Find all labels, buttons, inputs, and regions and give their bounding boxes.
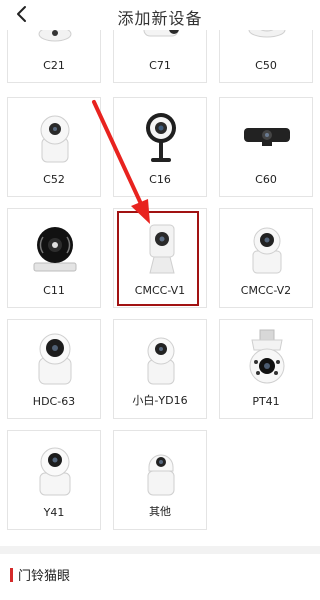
section-title: 门铃猫眼 <box>18 569 71 584</box>
page-title: 添加新设备 <box>117 9 203 28</box>
pan-tilt-camera-icon <box>40 115 70 163</box>
device-hdc-63[interactable]: HDC-63 <box>7 319 101 419</box>
device-xiaobai-yd16[interactable]: 小白-YD16 <box>113 319 207 419</box>
device-cmcc-v1[interactable]: CMCC-V1 <box>113 208 207 308</box>
device-label: PT41 <box>252 395 280 408</box>
device-grid: C21 C71 C50 C52 C16 C60 C11 CMCC-V1 CMCC… <box>0 0 320 600</box>
header-bar: 添加新设备 <box>0 0 320 30</box>
device-label: C16 <box>149 173 171 186</box>
webcam-bar-icon <box>244 128 290 146</box>
round-camera-icon <box>33 227 77 272</box>
device-y41[interactable]: Y41 <box>7 430 101 530</box>
device-label: C21 <box>43 59 65 72</box>
pan-tilt-camera-icon <box>38 333 72 385</box>
section-doorbell-peephole: 门铃猫眼 <box>0 556 320 600</box>
device-c11[interactable]: C11 <box>7 208 101 308</box>
cube-camera-icon <box>149 224 175 274</box>
device-cmcc-v2[interactable]: CMCC-V2 <box>219 208 313 308</box>
device-pt41[interactable]: PT41 <box>219 319 313 419</box>
section-accent-bar <box>10 568 13 582</box>
device-other[interactable]: 其他 <box>113 430 207 530</box>
screen: C21 C71 C50 C52 C16 C60 C11 CMCC-V1 CMCC… <box>0 0 320 600</box>
section-divider <box>0 546 320 554</box>
stand-camera-icon <box>146 113 176 162</box>
device-label: C50 <box>255 59 277 72</box>
outdoor-bulb-camera-icon <box>249 329 285 384</box>
device-label: C52 <box>43 173 65 186</box>
device-c60[interactable]: C60 <box>219 97 313 197</box>
device-label: HDC-63 <box>32 395 76 408</box>
device-label: C71 <box>149 59 171 72</box>
device-label: CMCC-V1 <box>134 284 186 297</box>
device-label: Y41 <box>43 506 65 519</box>
pan-tilt-camera-icon <box>147 337 175 385</box>
device-label: CMCC-V2 <box>240 284 292 297</box>
pan-tilt-camera-icon <box>252 227 282 274</box>
device-c52[interactable]: C52 <box>7 97 101 197</box>
device-label: 小白-YD16 <box>132 394 188 407</box>
pan-tilt-camera-icon <box>147 454 175 496</box>
pan-tilt-camera-icon <box>39 447 71 496</box>
device-label: C11 <box>43 284 65 297</box>
device-label: C60 <box>255 173 277 186</box>
device-label: 其他 <box>149 505 171 518</box>
device-c16[interactable]: C16 <box>113 97 207 197</box>
